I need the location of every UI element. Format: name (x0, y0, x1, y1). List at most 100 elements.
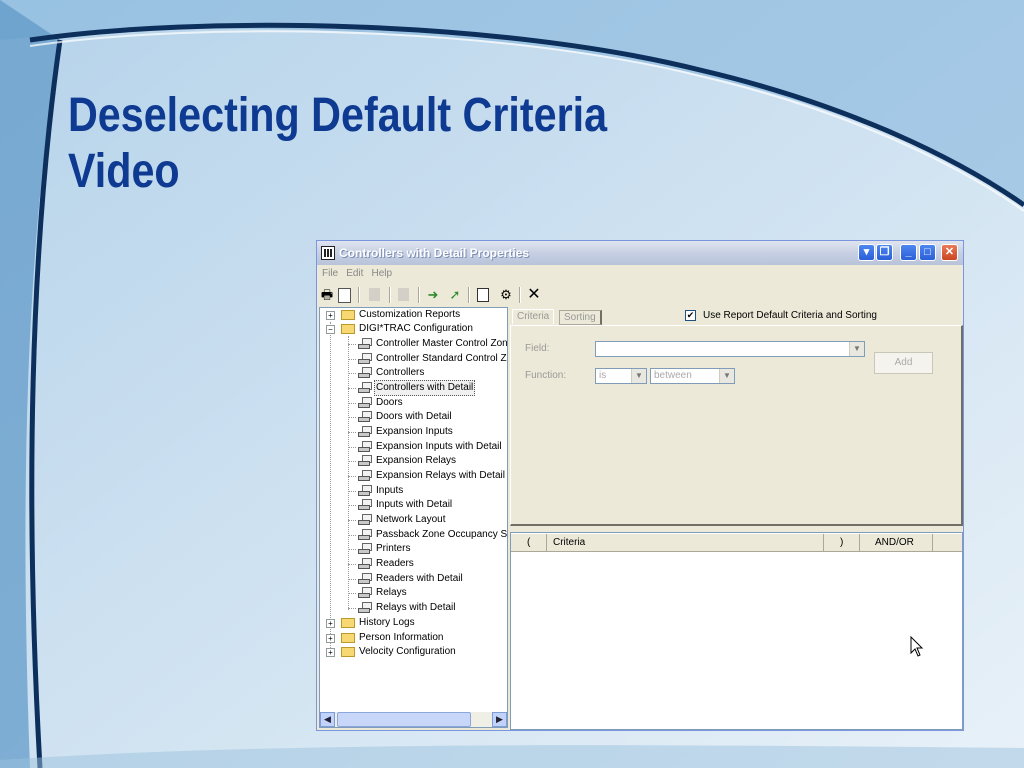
column-and-or[interactable]: AND/OR (860, 534, 933, 551)
field-select[interactable]: ▼ (595, 341, 865, 357)
tree-node-label: Doors (376, 397, 403, 408)
tree-node-label: Controller Master Control Zone (376, 338, 508, 349)
print-preview-icon[interactable] (338, 288, 351, 303)
report-properties-window: Controllers with Detail Properties ▾ ❐ _… (316, 240, 964, 731)
slide-title: Deselecting Default Criteria Video (68, 88, 607, 200)
function-select[interactable]: is ▼ (595, 368, 647, 384)
properties-icon[interactable]: ⚙ (498, 287, 514, 303)
run-report-icon[interactable]: ➜ (425, 287, 441, 303)
menu-file[interactable]: File (322, 268, 338, 279)
chevron-down-icon[interactable]: ▼ (631, 369, 646, 383)
tree-node-label: Customization Reports (359, 309, 461, 320)
report-icon (358, 441, 373, 452)
restore-icon[interactable]: ❐ (876, 244, 893, 261)
report-icon (358, 543, 373, 554)
slide-title-line1: Deselecting Default Criteria (68, 89, 608, 142)
folder-icon (341, 618, 355, 628)
report-icon (358, 411, 373, 422)
chevron-down-icon[interactable]: ▼ (849, 342, 864, 356)
toolbar-separator (389, 287, 391, 303)
column-open-paren[interactable]: ( (511, 534, 547, 551)
tab-sorting[interactable]: Sorting (559, 310, 602, 325)
report-icon (358, 470, 373, 481)
tree-node-label: Person Information (359, 632, 444, 643)
tree-node-label: Velocity Configuration (359, 646, 456, 657)
expand-icon[interactable]: + (326, 648, 335, 657)
chevron-down-icon[interactable]: ▼ (719, 369, 734, 383)
toolbar-separator (519, 287, 521, 303)
report-icon (358, 367, 373, 378)
close-button[interactable]: ✕ (941, 244, 958, 261)
tab-criteria[interactable]: Criteria (512, 309, 555, 324)
tree-node-label: Printers (376, 543, 411, 554)
tree-node-label: Expansion Inputs (376, 426, 453, 437)
report-icon (358, 353, 373, 364)
tree-node-label: Controllers (376, 367, 425, 378)
tree-horizontal-scrollbar[interactable]: ◀ ▶ (320, 712, 507, 727)
mouse-pointer-icon (910, 636, 924, 657)
scroll-thumb[interactable] (337, 712, 471, 727)
tree-node-label: Inputs with Detail (376, 499, 453, 510)
report-icon (358, 455, 373, 466)
dropdown-icon[interactable]: ▾ (858, 244, 875, 261)
criteria-grid[interactable]: ( Criteria ) AND/OR (510, 532, 963, 730)
toolbar-separator (358, 287, 360, 303)
disabled-doc-icon (369, 288, 380, 301)
window-titlebar[interactable]: Controllers with Detail Properties ▾ ❐ _… (317, 241, 963, 265)
tree-node-label: History Logs (359, 617, 415, 628)
report-tree: + Customization Reports − DIGI*TRAC Conf… (319, 307, 508, 728)
maximize-button[interactable]: □ (919, 244, 936, 261)
tree-node-label: Controllers with Detail (374, 380, 476, 396)
add-button[interactable]: Add (874, 352, 933, 374)
tree-node-label: Network Layout (376, 514, 446, 525)
folder-icon (341, 310, 355, 320)
expand-icon[interactable]: + (326, 311, 335, 320)
scroll-right-icon[interactable]: ▶ (492, 712, 507, 727)
print-icon[interactable]: 🖶 (319, 287, 335, 303)
use-default-checkbox-label: Use Report Default Criteria and Sorting (703, 310, 877, 321)
tree-node-label: Doors with Detail (376, 411, 452, 422)
menu-bar: File Edit Help (317, 265, 963, 283)
report-icon (358, 499, 373, 510)
operator-select-value: between (654, 370, 692, 381)
report-icon (358, 602, 373, 613)
tree-node-label: Expansion Inputs with Detail (376, 441, 502, 452)
tree-node-label: Inputs (376, 485, 404, 496)
tree-node-label: Expansion Relays (376, 455, 457, 466)
criteria-grid-header: ( Criteria ) AND/OR (511, 534, 962, 552)
tree-node-label: DIGI*TRAC Configuration (359, 323, 473, 334)
minimize-button[interactable]: _ (900, 244, 917, 261)
column-close-paren[interactable]: ) (824, 534, 860, 551)
report-icon (358, 382, 373, 393)
report-icon (358, 573, 373, 584)
report-icon (358, 558, 373, 569)
menu-edit[interactable]: Edit (346, 268, 363, 279)
folder-icon (341, 324, 355, 334)
new-doc-icon[interactable] (477, 288, 489, 302)
column-criteria[interactable]: Criteria (547, 534, 824, 551)
collapse-icon[interactable]: − (326, 325, 335, 334)
report-icon (358, 338, 373, 349)
expand-icon[interactable]: + (326, 619, 335, 628)
app-icon (321, 246, 335, 260)
function-select-value: is (599, 370, 607, 381)
disabled-doc-icon (398, 288, 409, 301)
close-x-icon[interactable]: ✕ (526, 287, 542, 303)
folder-icon (341, 647, 355, 657)
scroll-left-icon[interactable]: ◀ (320, 712, 335, 727)
menu-help[interactable]: Help (371, 268, 392, 279)
use-default-checkbox[interactable]: ✔ (685, 310, 696, 321)
tree-node-label: Readers (376, 558, 414, 569)
folder-icon (341, 633, 355, 643)
run-report-alt-icon[interactable]: ➚ (447, 287, 463, 303)
tree-node-label: Controller Standard Control Zc (376, 353, 508, 364)
tree-node-label: Passback Zone Occupancy S (376, 529, 508, 540)
report-icon (358, 397, 373, 408)
slide-title-line2: Video (68, 145, 180, 198)
tree-node-label: Relays with Detail (376, 602, 456, 613)
criteria-panel: Field: ▼ Add Function: is ▼ between ▼ (510, 325, 963, 526)
operator-select[interactable]: between ▼ (650, 368, 735, 384)
report-icon (358, 529, 373, 540)
window-title: Controllers with Detail Properties (339, 246, 530, 260)
expand-icon[interactable]: + (326, 634, 335, 643)
